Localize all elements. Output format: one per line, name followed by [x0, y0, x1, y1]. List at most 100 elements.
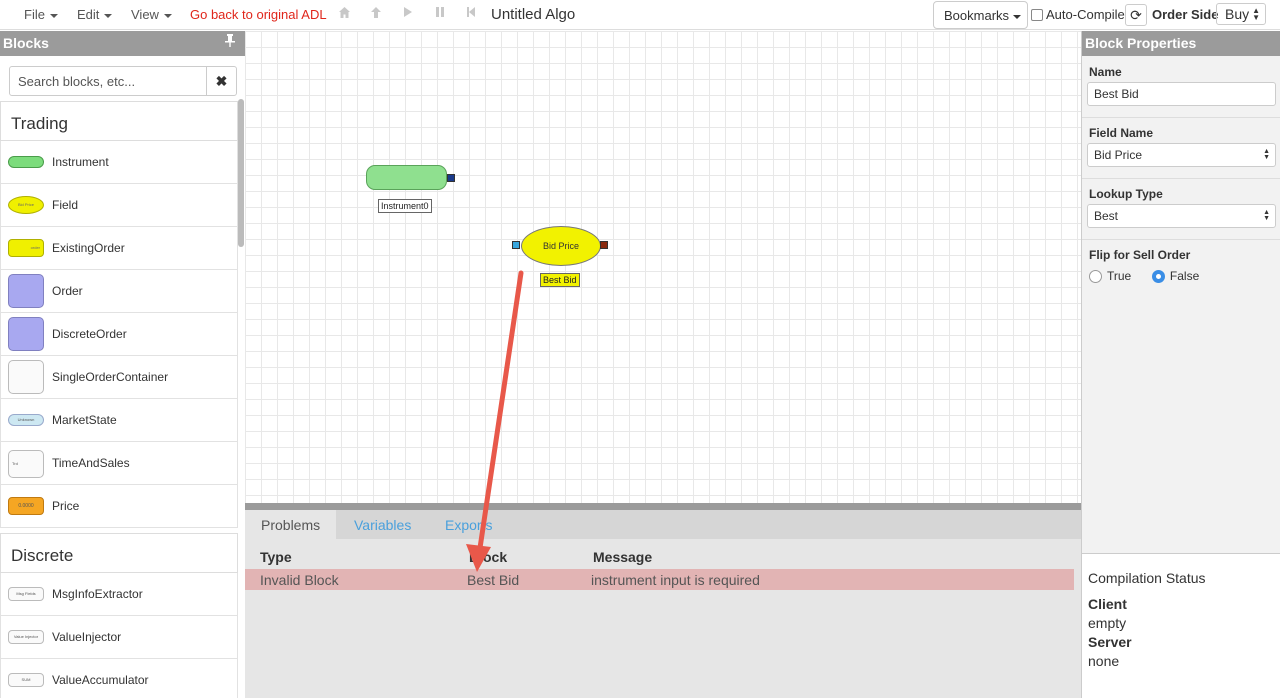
block-item-singleordercontainer[interactable]: SingleOrderContainer — [0, 356, 238, 399]
select-arrows-icon: ▲ ▼ — [1263, 209, 1270, 222]
compilation-status: Compilation Status Client empty Server n… — [1082, 553, 1280, 698]
blocks-panel: Blocks ✖ Trading Instrument Bid Price Fi… — [0, 31, 245, 698]
pause-icon[interactable] — [435, 6, 445, 21]
block-item-label: SingleOrderContainer — [52, 370, 169, 384]
bookmarks-label: Bookmarks — [944, 8, 1010, 23]
auto-compile-checkbox[interactable] — [1031, 9, 1043, 21]
name-label: Name — [1089, 65, 1122, 79]
field-input-port[interactable] — [512, 241, 520, 249]
block-item-label: Instrument — [52, 155, 109, 169]
block-item-label: ValueAccumulator — [52, 673, 149, 687]
view-menu[interactable]: View — [131, 7, 172, 22]
block-item-label: Field — [52, 198, 79, 212]
search-box: ✖ — [9, 66, 237, 96]
block-properties-panel: Block Properties Name Best Bid Field Nam… — [1081, 31, 1280, 698]
group-discrete[interactable]: Discrete — [0, 533, 238, 573]
block-item-label: DiscreteOrder — [52, 327, 127, 341]
blocks-panel-header: Blocks — [0, 31, 245, 56]
column-block: Block — [469, 549, 508, 565]
pin-icon[interactable] — [225, 34, 235, 50]
caret-down-icon — [1013, 14, 1022, 19]
flip-false-radio[interactable] — [1151, 270, 1165, 283]
home-icon[interactable] — [338, 6, 351, 22]
auto-compile-label: Auto-Compile — [1046, 7, 1125, 22]
block-properties-header: Block Properties — [1082, 31, 1280, 56]
blocks-scrollbar[interactable] — [238, 99, 244, 247]
problem-message: instrument input is required — [591, 572, 760, 588]
step-back-icon[interactable] — [466, 6, 476, 21]
field-output-port[interactable] — [600, 241, 608, 249]
flip-radio-group: True False — [1089, 269, 1199, 283]
problem-type: Invalid Block — [260, 572, 339, 588]
compilation-status-title: Compilation Status — [1088, 570, 1206, 586]
caret-down-icon — [104, 13, 113, 18]
order-side-select[interactable]: Buy ▲ ▼ — [1216, 3, 1266, 25]
block-item-price[interactable]: 0.0000 Price — [0, 485, 238, 528]
field-name-label: Field Name — [1089, 126, 1154, 140]
block-item-field[interactable]: Bid Price Field — [0, 184, 238, 227]
field-name-property: Field Name Bid Price ▲ ▼ — [1082, 118, 1280, 179]
msginfoextractor-thumbnail: Msg Fields — [8, 587, 44, 601]
block-item-order[interactable]: Order — [0, 270, 238, 313]
block-item-discreteorder[interactable]: DiscreteOrder — [0, 313, 238, 356]
lookup-type-value: Best — [1094, 209, 1119, 223]
server-value: none — [1088, 653, 1120, 669]
bookmarks-dropdown[interactable]: Bookmarks — [933, 1, 1028, 29]
refresh-icon[interactable]: ⟳ — [1125, 4, 1147, 26]
tab-problems[interactable]: Problems — [245, 510, 337, 539]
field-node-label[interactable]: Best Bid — [540, 273, 580, 287]
instrument-output-port[interactable] — [447, 174, 455, 182]
server-label: Server — [1088, 634, 1132, 650]
edit-menu[interactable]: Edit — [77, 7, 113, 22]
block-item-instrument[interactable]: Instrument — [0, 141, 238, 184]
client-value: empty — [1088, 615, 1127, 631]
order-side-value: Buy — [1225, 6, 1250, 22]
lookup-type-select[interactable]: Best ▲ ▼ — [1087, 204, 1276, 228]
group-trading[interactable]: Trading — [0, 101, 238, 141]
file-menu-label: File — [24, 7, 45, 22]
problem-block: Best Bid — [467, 572, 520, 588]
play-icon[interactable] — [403, 6, 413, 21]
discrete-block-list: Msg Fields MsgInfoExtractor Value Inject… — [0, 573, 238, 698]
panel-splitter[interactable] — [245, 503, 1081, 510]
table-row[interactable]: Invalid Block Best Bid instrument input … — [245, 569, 1074, 590]
up-arrow-icon[interactable] — [370, 6, 382, 22]
block-item-existingorder[interactable]: order ExistingOrder — [0, 227, 238, 270]
lookup-type-property: Lookup Type Best ▲ ▼ — [1082, 179, 1280, 240]
edit-menu-label: Edit — [77, 7, 100, 22]
block-item-marketstate[interactable]: Unknown MarketState — [0, 399, 238, 442]
block-item-label: Price — [52, 499, 80, 513]
name-property: Name Best Bid — [1082, 56, 1280, 118]
order-thumbnail — [8, 274, 44, 308]
block-item-timeandsales[interactable]: Trd TimeAndSales — [0, 442, 238, 485]
problems-panel: Problems Variables Exports Type Block Me… — [245, 510, 1081, 698]
block-item-valueinjector[interactable]: Value Injector ValueInjector — [0, 616, 238, 659]
client-label: Client — [1088, 596, 1127, 612]
block-item-label: Order — [52, 284, 83, 298]
search-input[interactable] — [10, 67, 207, 95]
go-back-link[interactable]: Go back to original ADL — [190, 7, 327, 22]
block-item-msginfoextractor[interactable]: Msg Fields MsgInfoExtractor — [0, 573, 238, 616]
clear-search-icon[interactable]: ✖ — [206, 67, 236, 95]
name-field[interactable]: Best Bid — [1087, 82, 1276, 106]
flip-false-label: False — [1169, 269, 1200, 283]
flip-true-label: True — [1107, 269, 1132, 283]
timeandsales-thumbnail: Trd — [8, 450, 44, 478]
tab-variables[interactable]: Variables — [338, 510, 427, 539]
instrument-node[interactable] — [366, 165, 447, 190]
design-canvas[interactable]: Instrument0 Bid Price Best Bid — [245, 31, 1081, 503]
tab-exports[interactable]: Exports — [429, 510, 508, 539]
auto-compile-toggle[interactable]: Auto-Compile — [1031, 7, 1125, 22]
block-item-label: ValueInjector — [52, 630, 122, 644]
block-item-valueaccumulator[interactable]: SUM ValueAccumulator — [0, 659, 238, 698]
flip-true-radio[interactable] — [1089, 270, 1102, 283]
field-name-select[interactable]: Bid Price ▲ ▼ — [1087, 143, 1276, 167]
instrument-node-label[interactable]: Instrument0 — [378, 199, 432, 213]
column-message: Message — [593, 549, 653, 565]
field-name-value: Bid Price — [1094, 148, 1143, 162]
field-node[interactable]: Bid Price — [521, 226, 601, 266]
file-menu[interactable]: File — [24, 7, 58, 22]
singleordercontainer-thumbnail — [8, 360, 44, 394]
lookup-type-label: Lookup Type — [1089, 187, 1163, 201]
block-item-label: MarketState — [52, 413, 117, 427]
